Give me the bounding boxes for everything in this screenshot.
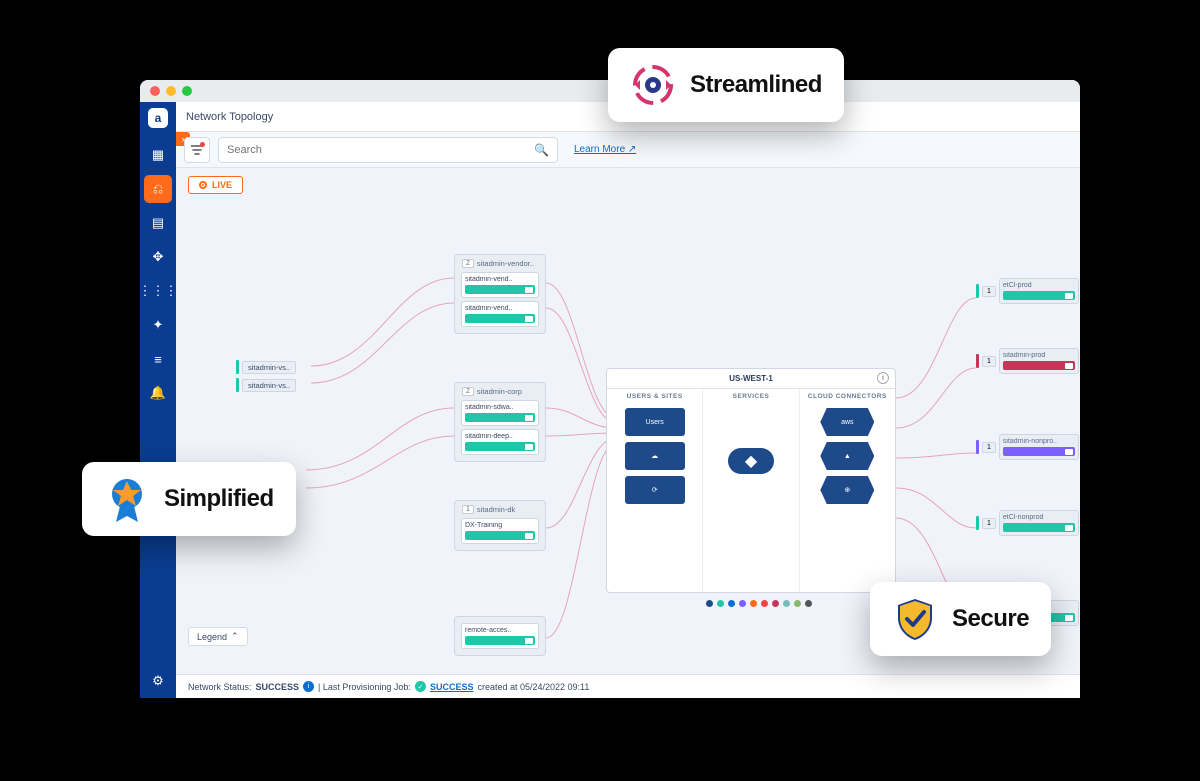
shield-check-icon	[892, 596, 938, 642]
sidebar-dashboard-icon[interactable]: ▦	[144, 141, 172, 169]
ribbon-badge-icon	[104, 476, 150, 522]
toolbar: 🔍 Learn More ↗	[176, 132, 1080, 168]
minimize-dot[interactable]	[166, 86, 176, 96]
sidebar-bell-icon[interactable]: 🔔	[144, 379, 172, 407]
sidebar-puzzle-icon[interactable]: ✦	[144, 311, 172, 339]
service-pill[interactable]: ◆	[728, 448, 774, 474]
maximize-dot[interactable]	[182, 86, 192, 96]
right-node[interactable]: 1sitadmin-prod	[976, 348, 1079, 374]
search-field[interactable]: 🔍	[218, 137, 558, 163]
statusbar: Network Status: SUCCESS i | Last Provisi…	[176, 674, 1080, 698]
right-node[interactable]: 1etCl-prod	[976, 278, 1079, 304]
node-group[interactable]: remote-acces..	[454, 616, 546, 656]
site-tile[interactable]: ⟳	[625, 476, 685, 504]
sidebar-move-icon[interactable]: ✥	[144, 243, 172, 271]
live-dot-icon	[199, 181, 207, 189]
connector-azure[interactable]: ▲	[820, 442, 874, 470]
learn-more-link[interactable]: Learn More ↗	[574, 144, 636, 155]
search-input[interactable]	[227, 144, 528, 156]
node-group[interactable]: 2sitadmin-vendor.. sitadmin-vend.. sitad…	[454, 254, 546, 334]
check-badge-icon: ✓	[415, 681, 426, 692]
callout-secure: Secure	[870, 582, 1051, 656]
region-panel[interactable]: US-WEST-1i USERS & SITES Users ☁ ⟳ SERVI…	[606, 368, 896, 593]
info-icon[interactable]: i	[877, 372, 889, 384]
right-node[interactable]: 1sitadmin-nonpro..	[976, 434, 1079, 460]
callout-simplified: Simplified	[82, 462, 296, 536]
gear-cycle-icon	[630, 62, 676, 108]
info-badge-icon[interactable]: i	[303, 681, 314, 692]
app-logo[interactable]: a	[148, 108, 168, 128]
chevron-up-icon: ⌃	[231, 631, 239, 642]
leaf-node[interactable]: sitadmin-vs..	[236, 378, 296, 392]
callout-streamlined: Streamlined	[608, 48, 844, 122]
connector-aws[interactable]: aws	[820, 408, 874, 436]
legend-toggle[interactable]: Legend⌃	[188, 627, 248, 646]
sidebar-settings-icon[interactable]: ⚙	[144, 667, 172, 695]
page-title: Network Topology	[186, 111, 273, 123]
color-legend-dots	[706, 600, 812, 607]
sidebar-topology-icon[interactable]: ⎌	[144, 175, 172, 203]
sidebar: a › ▦ ⎌ ▤ ✥ ⋮⋮⋮ ✦ ≡ 🔔 ⚙	[140, 102, 176, 698]
filter-icon	[191, 145, 203, 155]
right-node[interactable]: 1etCl-nonprod	[976, 510, 1079, 536]
filter-button[interactable]	[184, 137, 210, 163]
node-group[interactable]: 1sitadmin-dk DX-Training	[454, 500, 546, 551]
provisioning-job-link[interactable]: SUCCESS	[430, 682, 474, 692]
node-group[interactable]: 2sitadmin-corp sitadmin-sdwa.. sitadmin-…	[454, 382, 546, 462]
leaf-node[interactable]: sitadmin-vs..	[236, 360, 296, 374]
site-tile[interactable]: ☁	[625, 442, 685, 470]
search-icon: 🔍	[534, 143, 549, 157]
sidebar-grid-icon[interactable]: ⋮⋮⋮	[144, 277, 172, 305]
users-tile[interactable]: Users	[625, 408, 685, 436]
sidebar-file-icon[interactable]: ▤	[144, 209, 172, 237]
live-badge: LIVE	[188, 176, 243, 194]
connector-gcp[interactable]: ⊕	[820, 476, 874, 504]
close-dot[interactable]	[150, 86, 160, 96]
sidebar-sliders-icon[interactable]: ≡	[144, 345, 172, 373]
